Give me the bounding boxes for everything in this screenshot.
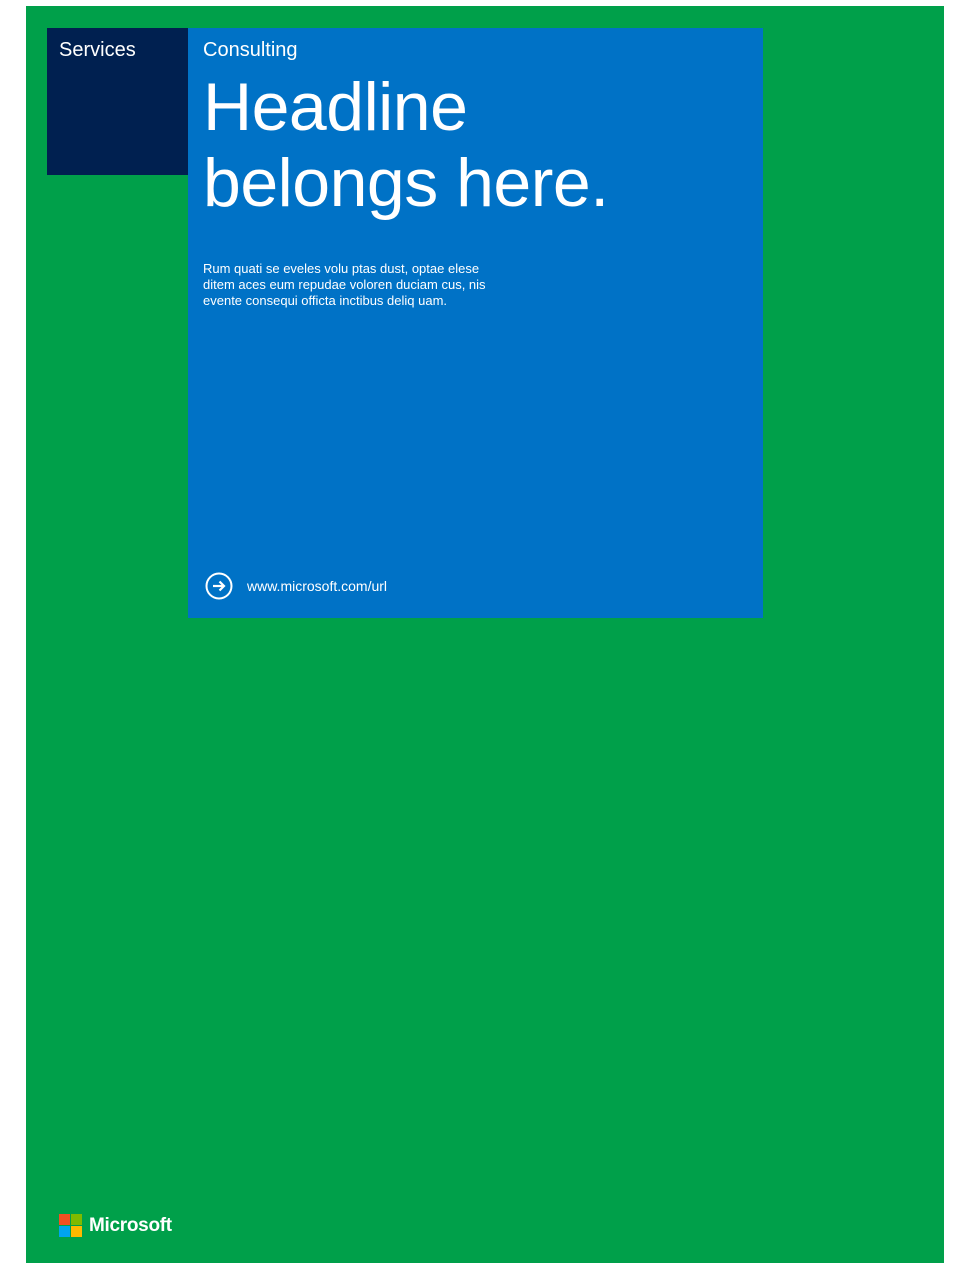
url-text[interactable]: www.microsoft.com/url bbox=[247, 578, 387, 594]
logo-square-green bbox=[71, 1214, 82, 1225]
headline: Headline belongs here. bbox=[203, 69, 723, 221]
poster-page: Services Consulting Headline belongs her… bbox=[26, 6, 944, 1263]
microsoft-brand: Microsoft bbox=[59, 1214, 172, 1238]
url-link[interactable]: www.microsoft.com/url bbox=[205, 572, 387, 600]
consulting-tile: Consulting Headline belongs here. Rum qu… bbox=[188, 28, 763, 618]
logo-square-red bbox=[59, 1214, 70, 1225]
microsoft-logo-icon bbox=[59, 1214, 83, 1238]
services-tile: Services bbox=[47, 28, 188, 175]
headline-line-1: Headline bbox=[203, 69, 468, 145]
brand-name: Microsoft bbox=[89, 1215, 172, 1236]
logo-square-yellow bbox=[71, 1226, 82, 1237]
logo-square-blue bbox=[59, 1226, 70, 1237]
body-text: Rum quati se eveles volu ptas dust, opta… bbox=[203, 261, 486, 308]
category-label: Consulting bbox=[203, 39, 298, 61]
headline-line-2: belongs here. bbox=[203, 145, 609, 221]
arrow-circle-right-icon bbox=[205, 572, 233, 600]
services-label: Services bbox=[59, 39, 136, 61]
